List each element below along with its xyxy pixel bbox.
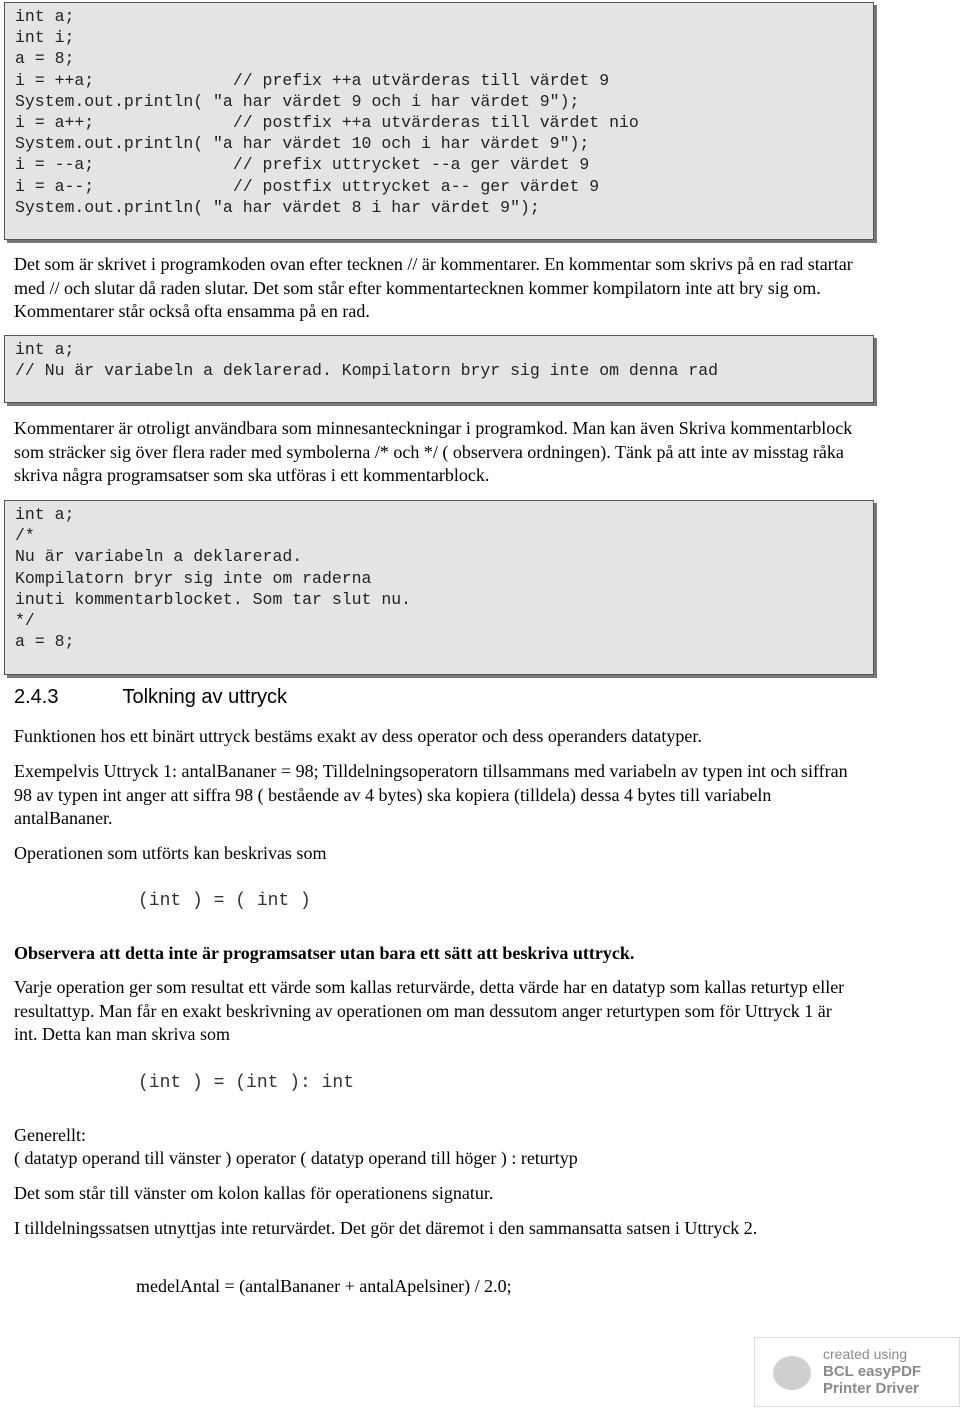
code-block-block-comment: int a; /* Nu är variabeln a deklarerad. Kom… xyxy=(4,500,874,675)
note-bold: Observera att detta inte är programsatse… xyxy=(14,943,635,963)
code-line: a = 8; xyxy=(15,632,75,652)
paragraph: Det som står till vänster om kolon kalla… xyxy=(14,1183,494,1203)
paragraph: Generellt: xyxy=(14,1125,86,1145)
section-number: 2.4.3 xyxy=(14,686,59,708)
section-title: Tolkning av uttryck xyxy=(122,686,287,708)
code-line: /* xyxy=(15,526,35,546)
code-line: inuti kommentarblocket. Som tar slut nu. xyxy=(15,589,412,609)
printer-icon xyxy=(773,1356,811,1390)
paragraph: Varje operation ger som resultat ett vär… xyxy=(14,977,845,1044)
badge-line: created using xyxy=(823,1346,908,1362)
badge-line: BCL easyPDF xyxy=(823,1363,922,1380)
paragraph: Exempelvis Uttryck 1: antalBananer = 98;… xyxy=(14,761,848,828)
code-line: int a; xyxy=(15,340,75,359)
paragraph: Operationen som utförts kan beskrivas so… xyxy=(14,843,327,863)
section-heading: 2.4.3 Tolkning av uttryck xyxy=(14,686,287,709)
code-line: Nu är variabeln a deklarerad. xyxy=(15,547,303,567)
code-line: Kompilatorn bryr sig inte om raderna xyxy=(15,568,372,588)
code-line: // Nu är variabeln a deklarerad. Kompila… xyxy=(15,361,719,381)
code-line: a = 8; xyxy=(15,49,75,69)
signature-example: (int ) = (int ): int xyxy=(138,1073,355,1093)
code-line: int i; xyxy=(15,28,75,48)
code-line: i = a--; // postfix uttrycket a-- ger vä… xyxy=(15,176,600,196)
badge-line: Printer Driver xyxy=(823,1380,919,1397)
code-line: int a; xyxy=(15,7,75,26)
code-line: */ xyxy=(15,611,35,631)
paragraph: Det som är skrivet i programkoden ovan e… xyxy=(14,254,853,321)
code-line: i = ++a; // prefix ++a utvärderas till v… xyxy=(15,70,610,90)
signature-example: (int ) = ( int ) xyxy=(138,891,311,911)
code-block-line-comment: int a; // Nu är variabeln a deklarerad. K… xyxy=(4,335,874,403)
paragraph: I tilldelningssatsen utnyttjas inte retu… xyxy=(14,1218,758,1238)
code-expression: medelAntal = (antalBananer + antalApelsi… xyxy=(136,1276,512,1296)
paragraph: Funktionen hos ett binärt uttryck bestäm… xyxy=(14,726,702,746)
paragraph: ( datatyp operand till vänster ) operato… xyxy=(14,1148,578,1168)
code-line: i = a++; // postfix ++a utvärderas till … xyxy=(15,113,639,133)
code-block-operators: int a; int i; a = 8; i = ++a; // prefix ++a… xyxy=(4,2,874,240)
code-line: int a; xyxy=(15,505,75,524)
easypdf-badge: created using BCL easyPDF Printer Driver xyxy=(754,1337,960,1407)
code-line: i = --a; // prefix uttrycket --a ger vär… xyxy=(15,155,590,175)
paragraph: Kommentarer är otroligt användbara som m… xyxy=(14,418,853,485)
code-line: System.out.println( "a har värdet 9 och … xyxy=(15,91,580,111)
code-line: System.out.println( "a har värdet 8 i ha… xyxy=(15,197,540,217)
code-line: System.out.println( "a har värdet 10 och… xyxy=(15,134,590,154)
